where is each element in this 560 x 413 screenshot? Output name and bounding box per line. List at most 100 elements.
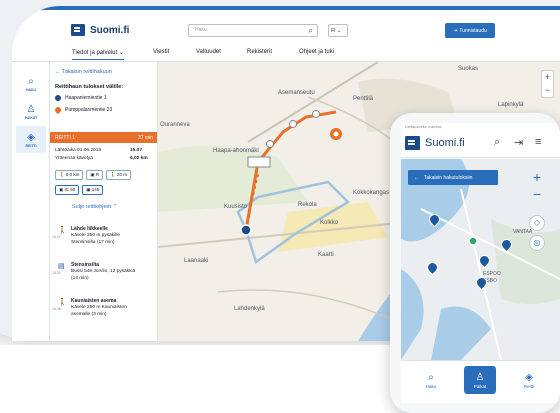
stop-marker bbox=[266, 140, 274, 148]
origin-marker[interactable] bbox=[240, 224, 252, 236]
map-label: Kolkko bbox=[320, 220, 339, 226]
search-icon[interactable]: ⌕ bbox=[494, 136, 500, 149]
chip-label: 145 bbox=[91, 187, 100, 192]
phone-zoom-control[interactable]: + − bbox=[529, 169, 545, 205]
logo-text: Suomi.fi bbox=[90, 24, 130, 36]
bottom-nav-route[interactable]: ◈ Reitti bbox=[513, 366, 545, 394]
bus-chip: ▣ 145 bbox=[82, 185, 104, 195]
route-panel: ← Takaisin reittihakuun Reittihaun tulok… bbox=[50, 62, 158, 341]
depart-value: 15.07 bbox=[130, 148, 143, 153]
phone-map[interactable]: ← Takaisin hakutuloksiin + − ◇ ◎ ESPOO ESB… bbox=[401, 159, 560, 360]
language-select[interactable]: FI ⌄ bbox=[328, 24, 348, 37]
bottom-nav-places[interactable]: ♙ Paikat bbox=[464, 366, 496, 394]
industrial-shape bbox=[278, 202, 388, 252]
map-label: Kuusisto bbox=[224, 204, 248, 210]
step-title: Lähde liikkeelle bbox=[71, 226, 108, 232]
logo-icon bbox=[71, 24, 85, 36]
route-step: 🚶 Lähde liikkeelle 15.07 Kävele 350 m py… bbox=[50, 224, 157, 256]
origin-icon bbox=[55, 95, 61, 101]
map-label: Lahdenkylä bbox=[234, 306, 265, 312]
arrow-left-icon: ← bbox=[414, 174, 419, 181]
rail-label: HAKU bbox=[25, 87, 37, 92]
rail-route[interactable]: ◈ REITTI bbox=[16, 126, 46, 153]
walk-icon: 🚶 bbox=[58, 227, 67, 234]
rail-places[interactable]: ♙ PAIKAT bbox=[16, 98, 46, 125]
nav-item-label: Tiedot ja palvelut bbox=[72, 50, 118, 56]
chip-label: R bbox=[95, 172, 100, 177]
step-description: Bussi 549 Jorvlin, 12 pysäkkiä (14 min) bbox=[71, 269, 136, 281]
chip-label: 6,0 km bbox=[65, 172, 80, 177]
route-duration: 37 min bbox=[137, 135, 153, 141]
map-label: ESPOO bbox=[483, 271, 501, 277]
login-icon[interactable]: ⇥ bbox=[514, 136, 523, 149]
map-label: Kaarti bbox=[318, 252, 334, 258]
close-directions-label: Sulje reittiohjeet bbox=[72, 204, 112, 210]
map-label: Kokkokangas bbox=[353, 190, 390, 196]
search-input[interactable]: Haku ⌕ bbox=[188, 24, 318, 37]
from-point: Haapaniemientie 1 bbox=[55, 95, 107, 101]
rail-label: REITTI bbox=[25, 143, 37, 148]
search-icon: ⌕ bbox=[28, 75, 34, 87]
destination-pin-icon bbox=[53, 105, 63, 115]
step-time: 15.31 bbox=[52, 271, 61, 275]
map-label: Penttilä bbox=[353, 96, 374, 102]
step-description: Kävele 350 m pysäkille Stensinsilta (17 … bbox=[71, 233, 121, 245]
phone-logo[interactable]: Suomi.fi bbox=[405, 136, 465, 150]
logo-icon bbox=[405, 136, 420, 150]
stop-marker bbox=[289, 120, 297, 128]
phone-header: Suomi.fi ⌕ ⇥ ≡ bbox=[401, 130, 560, 158]
bus-icon: ▤ bbox=[58, 263, 65, 270]
phone-logo-text: Suomi.fi bbox=[425, 137, 465, 149]
walk-chip-2: 🚶 20 m bbox=[106, 170, 132, 180]
bottom-nav-search[interactable]: ⌕ Haku bbox=[415, 366, 447, 394]
nav-item-help[interactable]: Ohjeet ja tuki bbox=[299, 49, 334, 55]
route-icon: ◈ bbox=[27, 131, 35, 143]
nav-item-mandates[interactable]: Valtuudet bbox=[196, 49, 221, 55]
map-label: Rekola bbox=[298, 202, 317, 208]
nav-item-messages[interactable]: Viestit bbox=[153, 49, 169, 55]
route-label: REITTI 1 bbox=[55, 135, 76, 141]
step-time: 15.07 bbox=[52, 235, 61, 239]
identify-button-label: Tunnistaudu bbox=[459, 27, 487, 34]
zoom-control[interactable]: + − bbox=[541, 70, 554, 98]
map-label: Laanaaki bbox=[184, 258, 209, 264]
map-label: Haapa-ahonmäki bbox=[213, 148, 259, 154]
login-icon: ⇥ bbox=[453, 27, 458, 34]
identify-button[interactable]: ⇥ Tunnistaudu bbox=[445, 23, 495, 38]
step-title: Kauniaisten asema bbox=[71, 298, 117, 304]
map-label: VANTAA bbox=[513, 229, 533, 235]
bottom-nav-label: Reitti bbox=[523, 383, 535, 389]
map-label: ESBO bbox=[483, 278, 497, 284]
phone-back-button[interactable]: ← Takaisin hakutuloksiin bbox=[408, 170, 498, 185]
route-icon: ◈ bbox=[525, 371, 533, 383]
locate-icon[interactable]: ◎ bbox=[529, 235, 545, 251]
menu-icon[interactable]: ≡ bbox=[535, 136, 541, 148]
step-description: Kävele 250 m Kauniaisten asemalle (3 min… bbox=[71, 305, 127, 317]
map-tooltip bbox=[247, 156, 271, 168]
route-header[interactable]: REITTI 1 37 min bbox=[50, 132, 157, 143]
rail-label: PAIKAT bbox=[24, 115, 38, 120]
chip-label: IC 50 bbox=[64, 187, 76, 192]
person-icon: ♙ bbox=[26, 103, 36, 115]
logo[interactable]: Suomi.fi bbox=[71, 24, 129, 36]
search-icon[interactable]: ⌕ bbox=[309, 26, 313, 36]
walk-info: Yhteensä kävelyä 6,02 km bbox=[55, 156, 155, 161]
my-location-marker bbox=[468, 236, 478, 246]
forest-shape bbox=[158, 145, 308, 212]
rail-search[interactable]: ⌕ HAKU bbox=[16, 70, 46, 97]
walk-label: Yhteensä kävelyä bbox=[55, 156, 93, 161]
phone-back-label: Takaisin hakutuloksiin bbox=[424, 174, 473, 181]
close-directions-link[interactable]: Sulje reittiohjeet ⌃ bbox=[72, 204, 117, 210]
destination-marker-dot bbox=[333, 131, 339, 137]
walk-value: 6,02 km bbox=[130, 156, 148, 161]
route-chips-row-1: 🚶 6,0 km ▣ R 🚶 20 m bbox=[55, 170, 132, 180]
map-label: Asemanseutu bbox=[278, 90, 315, 96]
side-rail: ⌕ HAKU ♙ PAIKAT ◈ REITTI bbox=[12, 62, 50, 341]
main-nav: Tiedot ja palvelut ⌄ Viestit Valtuudet R… bbox=[12, 44, 560, 62]
nav-item-services[interactable]: Tiedot ja palvelut ⌄ bbox=[72, 49, 124, 60]
step-time: 15.48 bbox=[52, 307, 61, 311]
map-label: Ouranneva bbox=[160, 122, 190, 128]
back-link[interactable]: ← Takaisin reittihakuun bbox=[55, 69, 112, 75]
nav-item-registers[interactable]: Rekisterit bbox=[247, 49, 272, 55]
search-placeholder: Haku bbox=[195, 27, 207, 33]
